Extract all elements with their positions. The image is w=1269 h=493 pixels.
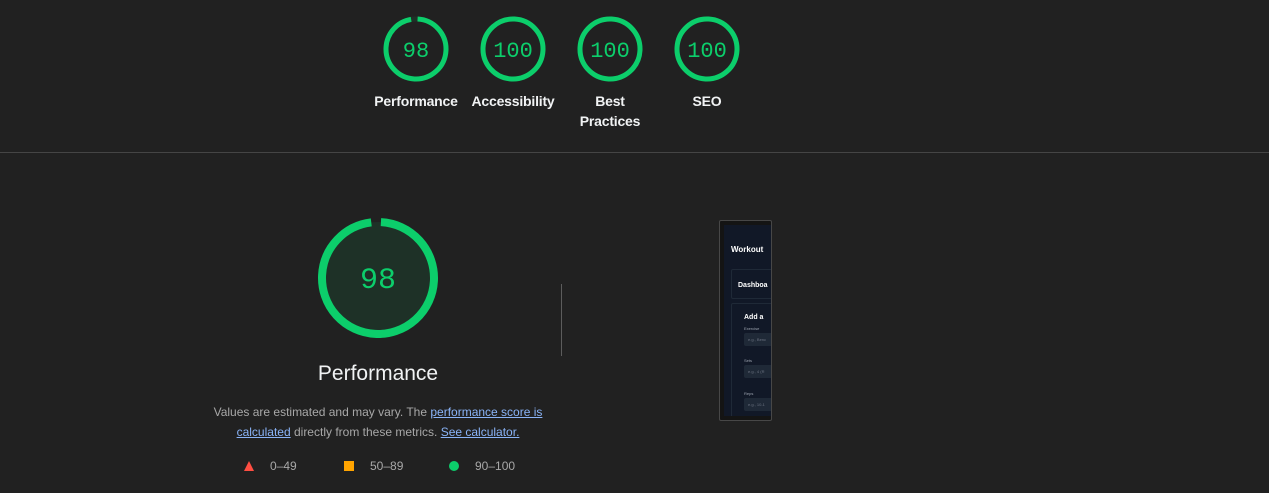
exercise-label: Exercise	[744, 326, 760, 331]
performance-title: Performance	[317, 362, 439, 385]
add-section-title: Add a	[744, 314, 764, 321]
legend-range: 50–89	[370, 459, 404, 473]
gauge-label: Accessibility	[471, 93, 555, 109]
sets-placeholder: e.g., 4 (R	[748, 369, 765, 374]
legend-average: 50–89	[343, 458, 403, 474]
score-ring: 100	[674, 16, 740, 82]
exercise-placeholder: e.g., Benc	[748, 337, 767, 342]
performance-score-ring: 98	[318, 218, 438, 338]
gauge-accessibility[interactable]: 100 Accessibility	[471, 16, 555, 111]
gauge-label: Performance	[374, 93, 458, 109]
reps-label: Reps	[744, 391, 754, 396]
gauge-score: 100	[493, 39, 533, 64]
gauge-score: 98	[403, 39, 429, 64]
app-title: Workout	[731, 245, 764, 254]
gauge-label: Best Practices	[579, 93, 641, 129]
sets-label: Sets	[744, 358, 753, 363]
square-icon	[344, 461, 354, 471]
legend-pass: 90–100	[448, 458, 515, 474]
dashboard-heading: Dashboa	[738, 282, 768, 289]
vertical-divider	[561, 284, 562, 356]
description-text: directly from these metrics.	[290, 425, 441, 439]
gauge-performance[interactable]: 98 Performance	[374, 16, 458, 111]
performance-description: Values are estimated and may vary. The p…	[208, 402, 548, 442]
score-ring: 100	[480, 16, 546, 82]
see-calculator-link[interactable]: See calculator.	[441, 425, 520, 439]
score-ring: 98	[383, 16, 449, 82]
gauge-seo[interactable]: 100 SEO	[665, 16, 749, 111]
triangle-icon	[244, 461, 254, 471]
summary-gauges: 98 Performance 100 Accessibility 100 Bes…	[0, 0, 1269, 152]
gauge-best-practices[interactable]: 100 Best Practices	[568, 16, 652, 131]
exercise-input[interactable]: e.g., Benc	[744, 333, 771, 346]
legend-fail: 0–49	[243, 458, 297, 474]
gauge-score: 100	[687, 39, 727, 64]
circle-icon	[449, 461, 459, 471]
sets-input[interactable]: e.g., 4 (R	[744, 365, 771, 378]
legend-range: 0–49	[270, 459, 297, 473]
gauge-label: SEO	[692, 93, 722, 109]
description-text: Values are estimated and may vary. The	[213, 405, 431, 419]
section-divider	[0, 152, 1269, 153]
reps-input[interactable]: e.g., 10-1	[744, 398, 771, 411]
performance-gauge: 98	[316, 216, 440, 340]
performance-score: 98	[360, 264, 396, 298]
score-ring: 100	[577, 16, 643, 82]
legend-range: 90–100	[475, 459, 516, 473]
page-screenshot-thumbnail[interactable]: Workout Dashboa Add a Exercise e.g., Ben…	[719, 220, 772, 421]
reps-placeholder: e.g., 10-1	[748, 402, 765, 407]
screenshot-content: Workout Dashboa Add a Exercise e.g., Ben…	[724, 225, 771, 416]
gauge-score: 100	[590, 39, 630, 64]
